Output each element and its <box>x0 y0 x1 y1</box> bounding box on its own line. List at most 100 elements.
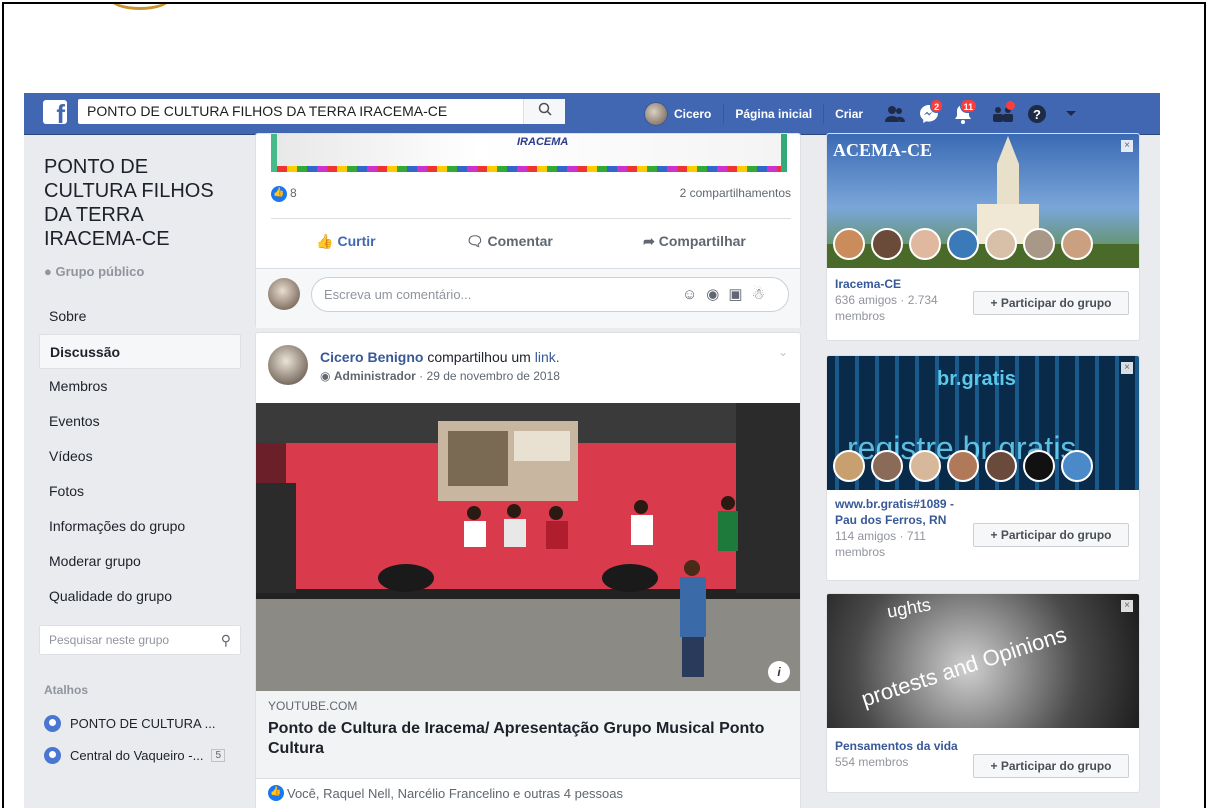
join-group-button[interactable]: + Participar do grupo <box>973 291 1129 315</box>
help-icon: ? <box>1028 105 1047 123</box>
create-link[interactable]: Criar <box>823 104 874 124</box>
profile-link[interactable]: Cicero <box>644 102 723 126</box>
close-icon[interactable]: × <box>1121 362 1133 374</box>
sticker-icon[interactable]: ☃ <box>752 286 774 303</box>
avatar <box>1061 450 1093 482</box>
group-info: Pensamentos da vida 554 membros <box>835 738 975 770</box>
like-button[interactable]: 👍 Curtir <box>316 233 375 250</box>
camera-icon[interactable]: ◉ <box>706 286 728 303</box>
menu-item-membros[interactable]: Membros <box>39 369 241 404</box>
suggested-groups-column: ACEMA-CE × Iracema-CE 636 amigos · 2.734… <box>816 133 1160 808</box>
group-info: Iracema-CE 636 amigos · 2.734 membros <box>835 276 975 324</box>
search-button[interactable] <box>523 99 565 124</box>
share-count[interactable]: 2 compartilhamentos <box>680 186 791 202</box>
avatar <box>871 228 903 260</box>
link-domain: YOUTUBE.COM <box>268 699 358 713</box>
post-actions: 👍 Curtir 🗨 Comentar ➦ Compartilhar <box>271 218 791 264</box>
like-button-label: Curtir <box>337 233 376 249</box>
like-count-number: 8 <box>290 186 297 201</box>
user-name: Cicero <box>674 107 712 121</box>
author-role: Administrador <box>333 369 416 383</box>
shared-link-word[interactable]: link. <box>535 349 560 365</box>
group-privacy: ● Grupo público <box>44 264 144 279</box>
reaction-summary[interactable]: Você, Raquel Nell, Narcélio Francelino e… <box>268 785 623 801</box>
reaction-names: Você, Raquel Nell, Narcélio Francelino e… <box>287 785 624 801</box>
comment-button[interactable]: 🗨 Comentar <box>466 233 553 250</box>
group-requests-button[interactable] <box>988 99 1018 129</box>
account-menu-button[interactable] <box>1056 99 1086 129</box>
globe-icon: ● <box>44 264 52 279</box>
video-thumbnail[interactable]: i <box>256 403 800 691</box>
suggested-group-card: ACEMA-CE × Iracema-CE 636 amigos · 2.734… <box>826 133 1140 341</box>
search-input[interactable]: PONTO DE CULTURA FILHOS DA TERRA IRACEMA… <box>78 99 565 124</box>
member-faces <box>833 450 1099 482</box>
link-title: Ponto de Cultura de Iracema/ Apresentaçã… <box>268 720 765 757</box>
gif-icon[interactable]: ▣ <box>728 286 751 303</box>
shortcut-label: PONTO DE CULTURA ... <box>70 715 216 731</box>
group-name[interactable]: Pensamentos da vida <box>835 738 975 754</box>
menu-item-qualidade[interactable]: Qualidade do grupo <box>39 579 241 614</box>
shortcut-item[interactable]: Central do Vaqueiro -... 5 <box>44 745 226 765</box>
avatar[interactable] <box>268 345 308 385</box>
comment-button-label: Comentar <box>487 233 553 249</box>
link-preview[interactable]: YOUTUBE.COM Ponto de Cultura de Iracema/… <box>256 691 800 779</box>
info-icon[interactable]: i <box>768 661 790 683</box>
group-name[interactable]: www.br.gratis#1089 - Pau dos Ferros, RN <box>835 496 975 528</box>
menu-item-eventos[interactable]: Eventos <box>39 404 241 439</box>
avatar <box>947 450 979 482</box>
screenshot-frame: f PONTO DE CULTURA FILHOS DA TERRA IRACE… <box>2 2 1206 808</box>
cover-word: ughts <box>885 594 933 622</box>
share-button[interactable]: ➦ Compartilhar <box>643 233 746 250</box>
home-link[interactable]: Página inicial <box>723 104 823 124</box>
cover-text: protests and Opinions <box>858 621 1070 712</box>
post-date[interactable]: 29 de novembro de 2018 <box>427 369 560 383</box>
menu-item-sobre[interactable]: Sobre <box>39 299 241 334</box>
author-name[interactable]: Cicero Benigno <box>320 349 423 365</box>
join-group-button[interactable]: + Participar do grupo <box>973 523 1129 547</box>
group-info: www.br.gratis#1089 - Pau dos Ferros, RN … <box>835 496 975 560</box>
group-stats: 554 membros <box>835 755 909 769</box>
close-icon[interactable]: × <box>1121 140 1133 152</box>
menu-item-discussao[interactable]: Discussão <box>39 334 241 369</box>
group-search-input[interactable]: Pesquisar neste grupo ⚲ <box>39 625 241 655</box>
avatar <box>833 228 865 260</box>
svg-text:?: ? <box>1033 107 1041 122</box>
messenger-button[interactable]: 2 <box>914 99 944 129</box>
close-icon[interactable]: × <box>1121 600 1133 612</box>
search-icon: ⚲ <box>220 632 231 648</box>
comment-composer: Escreva um comentário... ☺◉▣☃ <box>256 268 800 328</box>
suggested-group-card: br.gratis registre.br.gratis × www.br.gr… <box>826 355 1140 581</box>
menu-item-fotos[interactable]: Fotos <box>39 474 241 509</box>
banner-stripes <box>277 166 781 172</box>
facebook-logo-icon[interactable]: f <box>43 100 67 127</box>
member-faces <box>833 228 1099 260</box>
post-banner-image[interactable]: IRACEMA <box>271 134 787 172</box>
menu-item-moderar[interactable]: Moderar grupo <box>39 544 241 579</box>
menu-item-videos[interactable]: Vídeos <box>39 439 241 474</box>
shortcut-item[interactable]: PONTO DE CULTURA ... <box>44 713 215 733</box>
avatar <box>644 102 668 126</box>
menu-item-informacoes[interactable]: Informações do grupo <box>39 509 241 544</box>
shortcuts-title: Atalhos <box>44 683 89 697</box>
friend-requests-button[interactable] <box>880 99 910 129</box>
messages-badge: 2 <box>930 99 944 113</box>
group-name[interactable]: Iracema-CE <box>835 276 975 292</box>
chevron-down-icon[interactable]: ⌄ <box>778 345 788 359</box>
avatar <box>1061 228 1093 260</box>
group-cover-image[interactable]: protests and Opinions ughts × <box>827 594 1139 728</box>
join-group-button[interactable]: + Participar do grupo <box>973 754 1129 778</box>
comment-tools: ☺◉▣☃ <box>682 278 774 311</box>
like-count[interactable]: 8 <box>271 186 297 202</box>
share-button-label: Compartilhar <box>658 233 746 249</box>
group-title[interactable]: PONTO DE CULTURA FILHOS DA TERRA IRACEMA… <box>44 155 234 251</box>
reaction-summary: 8 2 compartilhamentos <box>271 186 791 202</box>
comment-input[interactable]: Escreva um comentário... ☺◉▣☃ <box>311 277 789 312</box>
help-button[interactable]: ? <box>1022 99 1052 129</box>
avatar <box>871 450 903 482</box>
group-cover-image[interactable]: br.gratis registre.br.gratis × <box>827 356 1139 490</box>
group-cover-image[interactable]: ACEMA-CE × <box>827 134 1139 268</box>
post-meta: ◉ Administrador · 29 de novembro de 2018 <box>320 369 560 383</box>
notifications-button[interactable]: 11 <box>948 99 978 129</box>
emoji-icon[interactable]: ☺ <box>682 286 706 303</box>
notifications-badge: 11 <box>959 99 978 113</box>
